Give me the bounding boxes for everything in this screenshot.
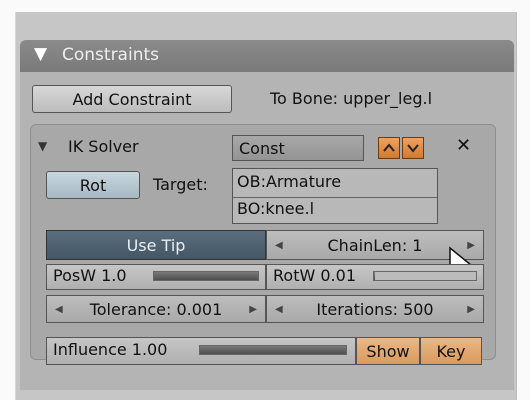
rotw-track <box>373 271 477 281</box>
decrement-arrow-icon[interactable]: ◀ <box>55 296 63 322</box>
chevron-up-icon <box>383 143 395 152</box>
add-constraint-button[interactable]: Add Constraint <box>32 85 232 113</box>
constraint-type-field[interactable]: Const <box>232 135 364 161</box>
close-icon[interactable]: ✕ <box>456 135 471 156</box>
influence-slider[interactable]: Influence 1.00 <box>46 337 356 365</box>
target-bone-field[interactable]: BO:knee.l <box>233 199 437 225</box>
rotw-fill <box>374 272 376 280</box>
increment-arrow-icon[interactable]: ▶ <box>249 296 257 322</box>
iterations-value: Iterations: 500 <box>316 299 434 319</box>
target-field-group: OB:Armature BO:knee.l <box>232 168 438 224</box>
key-button[interactable]: Key <box>420 337 482 365</box>
constraints-panel-header[interactable]: ▼ Constraints <box>20 40 514 72</box>
move-up-button[interactable] <box>378 137 400 159</box>
target-label: Target: <box>153 175 208 194</box>
rotw-slider[interactable]: RotW 0.01 <box>266 264 484 290</box>
posw-slider[interactable]: PosW 1.0 <box>46 264 266 290</box>
posw-fill <box>154 272 258 280</box>
influence-label: Influence 1.00 <box>53 340 168 359</box>
show-button[interactable]: Show <box>356 337 420 365</box>
influence-track <box>199 345 347 355</box>
use-tip-button[interactable]: Use Tip <box>46 230 266 260</box>
collapse-triangle-icon[interactable]: ▼ <box>34 44 47 64</box>
move-down-button[interactable] <box>402 137 424 159</box>
decrement-arrow-icon[interactable]: ◀ <box>275 296 283 322</box>
rot-toggle-button[interactable]: Rot <box>46 171 140 199</box>
constraint-name: IK Solver <box>68 137 139 156</box>
target-divider <box>233 197 437 198</box>
posw-track <box>153 271 259 281</box>
panel-title: Constraints <box>62 45 159 65</box>
tolerance-value: Tolerance: 0.001 <box>89 299 223 319</box>
influence-fill <box>200 346 346 354</box>
posw-label: PosW 1.0 <box>53 266 127 285</box>
decrement-arrow-icon[interactable]: ◀ <box>275 231 283 259</box>
rotw-label: RotW 0.01 <box>273 266 356 285</box>
increment-arrow-icon[interactable]: ▶ <box>467 296 475 322</box>
constraint-collapse-icon[interactable]: ▼ <box>38 139 47 153</box>
tolerance-field[interactable]: ◀ Tolerance: 0.001 ▶ <box>46 295 266 323</box>
chainlen-value: ChainLen: 1 <box>327 235 423 255</box>
iterations-field[interactable]: ◀ Iterations: 500 ▶ <box>266 295 484 323</box>
target-object-field[interactable]: OB:Armature <box>233 172 437 198</box>
to-bone-label: To Bone: upper_leg.l <box>270 89 433 108</box>
chevron-down-icon <box>407 144 419 153</box>
